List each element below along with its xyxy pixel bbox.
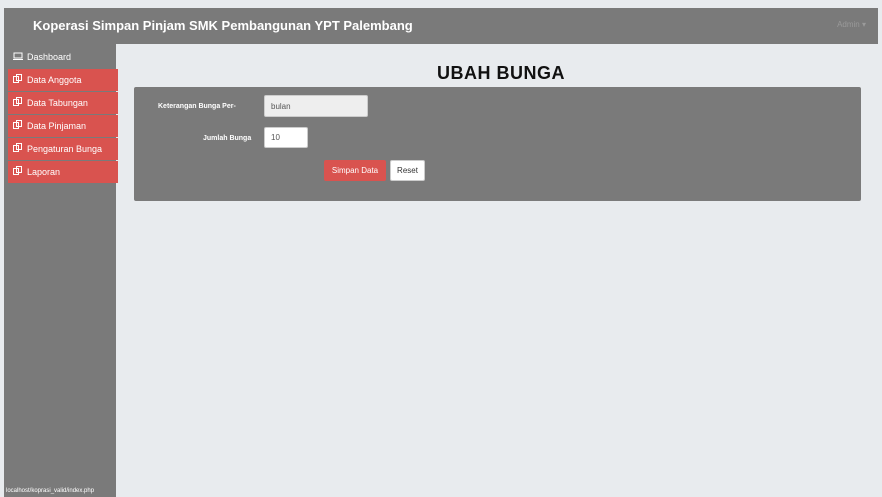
sidebar: Dashboard Data Anggota Data Tabungan Dat… [4,44,118,497]
monitor-icon [13,46,23,68]
form-panel: Keterangan Bunga Per- Jumlah Bunga Simpa… [134,87,861,201]
top-navbar: Koperasi Simpan Pinjam SMK Pembangunan Y… [4,8,878,44]
sidebar-item-data-pinjaman[interactable]: Data Pinjaman [8,115,118,137]
copy-icon [13,115,23,137]
sidebar-item-label: Data Anggota [27,75,82,85]
sidebar-item-data-tabungan[interactable]: Data Tabungan [8,92,118,114]
copy-icon [13,69,23,91]
simpan-data-button[interactable]: Simpan Data [324,160,386,181]
jumlah-label: Jumlah Bunga [203,135,252,142]
sidebar-item-data-anggota[interactable]: Data Anggota [8,69,118,91]
keterangan-label: Keterangan Bunga Per- [158,103,236,110]
sidebar-item-label: Laporan [27,167,61,177]
jumlah-bunga-field[interactable] [264,127,308,148]
sidebar-item-label: Data Tabungan [27,98,88,108]
status-bar-url: localhost/koprasi_valid/index.php [6,488,95,494]
sidebar-item-label: Data Pinjaman [27,121,87,131]
sidebar-item-dashboard[interactable]: Dashboard [8,46,118,68]
sidebar-item-label: Pengaturan Bunga [27,144,103,154]
user-menu[interactable]: Admin ▾ [837,20,866,29]
reset-button[interactable]: Reset [390,160,425,181]
sidebar-item-laporan[interactable]: Laporan [8,161,118,183]
copy-icon [13,161,23,183]
copy-icon [13,92,23,114]
sidebar-item-pengaturan-bunga[interactable]: Pengaturan Bunga [8,138,118,160]
keterangan-bunga-field[interactable] [264,95,368,117]
copy-icon [13,138,23,160]
page-title: UBAH BUNGA [437,63,565,83]
sidebar-item-label: Dashboard [27,52,72,62]
app-title[interactable]: Koperasi Simpan Pinjam SMK Pembangunan Y… [33,18,413,33]
